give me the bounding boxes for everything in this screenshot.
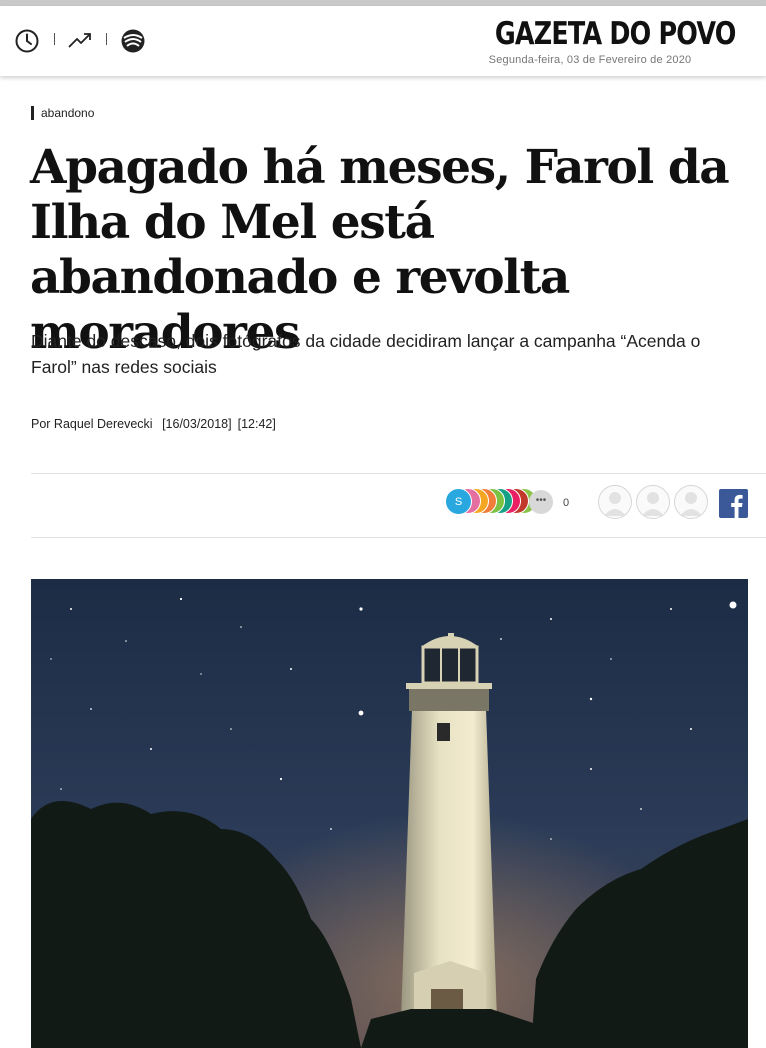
lighthouse-night-photo bbox=[31, 579, 748, 1048]
reader-avatar[interactable] bbox=[674, 485, 708, 519]
divider bbox=[31, 537, 766, 538]
publish-time: [12:42] bbox=[237, 417, 276, 431]
user-icon bbox=[604, 492, 626, 516]
article-subtitle: Diante do descaso, dois fotógrafos da ci… bbox=[31, 331, 701, 377]
reaction-bar[interactable]: S ••• bbox=[445, 488, 560, 516]
reaction-count: 0 bbox=[563, 497, 570, 509]
reader-avatar[interactable] bbox=[636, 485, 670, 519]
user-icon bbox=[642, 492, 664, 516]
article-photo[interactable] bbox=[31, 579, 748, 1048]
site-header: GAZETA DO POVO Segunda-feira, 03 de Feve… bbox=[0, 6, 766, 76]
lighthouse bbox=[401, 633, 497, 1019]
reader-avatar[interactable] bbox=[598, 485, 632, 519]
facebook-share-button[interactable] bbox=[719, 489, 748, 518]
site-logo[interactable]: GAZETA DO POVO bbox=[495, 16, 737, 52]
reaction-icon-s: S bbox=[445, 488, 472, 515]
article-headline: Apagado há meses, Farol da Ilha do Mel e… bbox=[30, 140, 730, 360]
header-separator bbox=[106, 33, 107, 45]
trending-icon[interactable] bbox=[67, 28, 93, 54]
gazeta-icon[interactable] bbox=[120, 28, 146, 54]
author-name[interactable]: Por Raquel Derevecki bbox=[31, 417, 153, 431]
publish-date: [16/03/2018] bbox=[162, 417, 232, 431]
divider bbox=[31, 473, 766, 474]
clock-icon[interactable] bbox=[14, 28, 40, 54]
user-icon bbox=[680, 492, 702, 516]
article-tag[interactable]: abandono bbox=[31, 106, 94, 120]
article-byline: Por Raquel Derevecki [16/03/2018] [12:42] bbox=[31, 417, 282, 431]
reaction-more-icon[interactable]: ••• bbox=[529, 490, 553, 514]
header-separator bbox=[54, 33, 55, 45]
current-date: Segunda-feira, 03 de Fevereiro de 2020 bbox=[488, 54, 692, 66]
facebook-icon bbox=[731, 494, 743, 518]
